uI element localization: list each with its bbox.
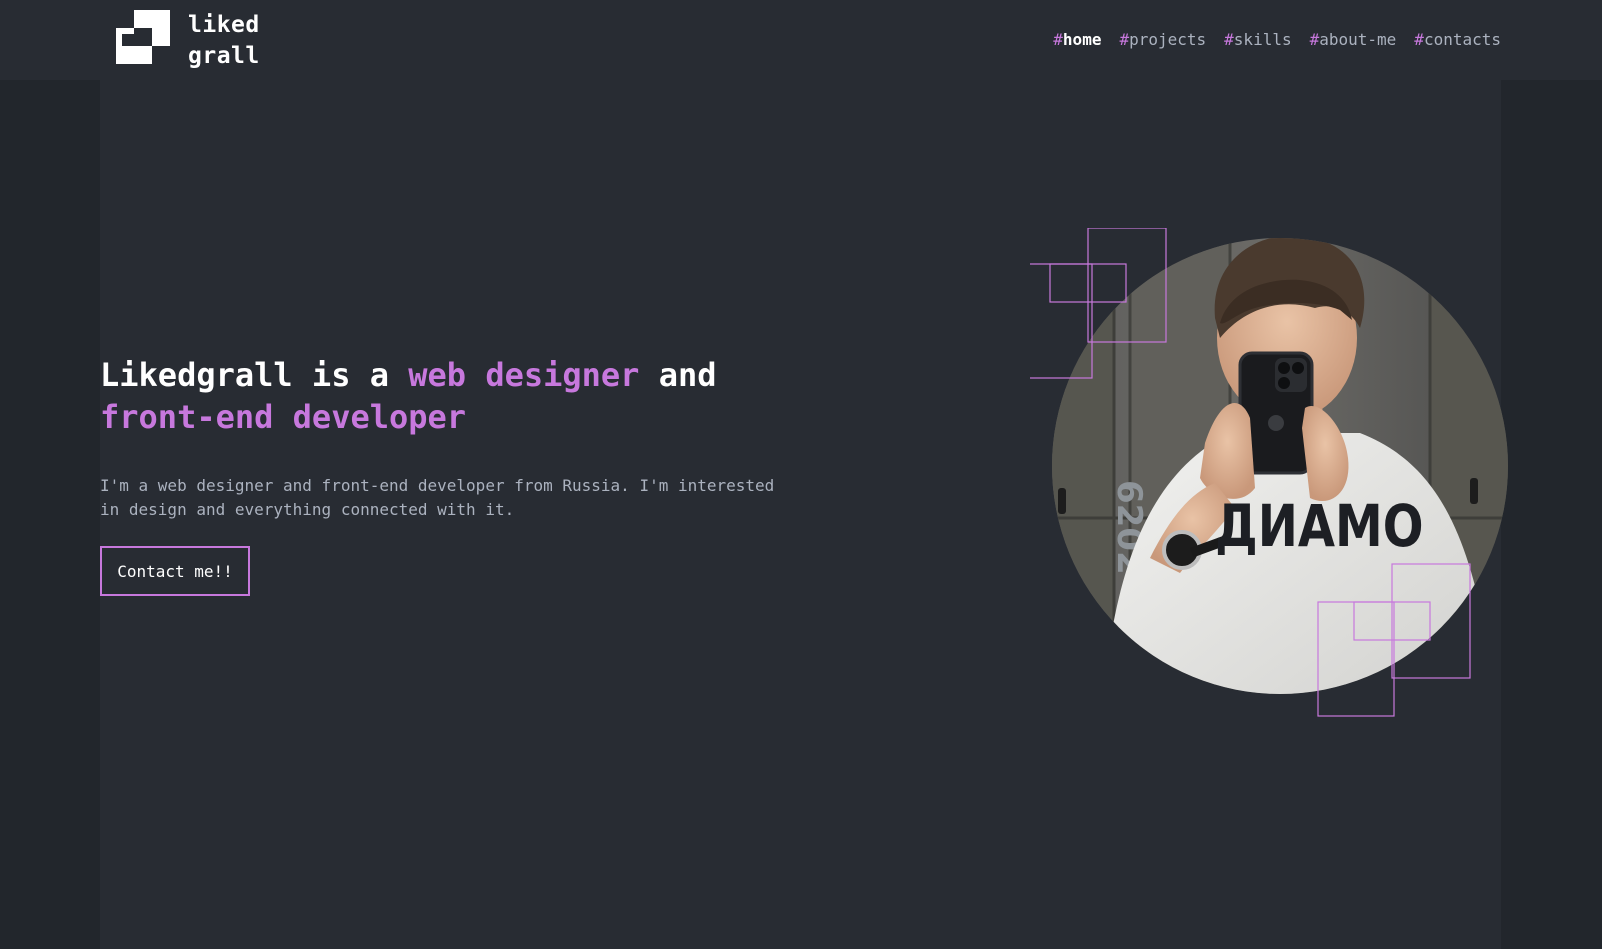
nav-label: about-me: [1319, 30, 1397, 49]
nav-hash: #: [1224, 30, 1234, 49]
nav-item-projects[interactable]: #projects: [1119, 29, 1206, 51]
nav-item-contacts[interactable]: #contacts: [1414, 29, 1501, 51]
hero-title-accent1: web designer: [408, 356, 640, 394]
logo-icon: [116, 10, 170, 64]
hero-title-part1: Likedgrall is a: [100, 356, 409, 394]
logo-text: liked grall: [188, 10, 260, 72]
nav-hash: #: [1414, 30, 1424, 49]
profile-photo: 6202 ДИАМО: [1030, 228, 1508, 717]
logo-text-line1: liked: [188, 12, 260, 38]
hero-title: Likedgrall is a web designer and front-en…: [100, 354, 860, 438]
nav-label: skills: [1233, 30, 1292, 49]
hero-description: I'm a web designer and front-end develop…: [100, 476, 775, 519]
hero-title-part2: and: [639, 356, 717, 394]
nav-hash: #: [1119, 30, 1130, 49]
header: liked grall #home #projects #skills #abo…: [0, 0, 1602, 80]
logo-text-line2: grall: [188, 43, 260, 69]
shirt-text: ДИАМО: [1215, 493, 1424, 560]
nav-item-about-me[interactable]: #about-me: [1310, 29, 1397, 51]
hero-title-accent2: front-end developer: [100, 398, 467, 436]
page: liked grall #home #projects #skills #abo…: [0, 0, 1602, 949]
main-nav: #home #projects #skills #about-me #conta…: [1053, 29, 1501, 51]
nav-hash: #: [1309, 30, 1320, 49]
contact-me-button[interactable]: Contact me!!: [100, 546, 250, 596]
logo[interactable]: liked grall: [116, 10, 260, 72]
nav-label: home: [1062, 30, 1102, 49]
nav-item-home[interactable]: #home: [1053, 29, 1101, 51]
photo-content: 6202 ДИАМО: [1052, 238, 1508, 694]
nav-hash: #: [1053, 30, 1063, 49]
nav-item-skills[interactable]: #skills: [1224, 29, 1291, 51]
nav-label: contacts: [1423, 30, 1501, 49]
nav-label: projects: [1129, 30, 1207, 49]
hero-visual: 6202 ДИАМО: [1030, 228, 1510, 733]
